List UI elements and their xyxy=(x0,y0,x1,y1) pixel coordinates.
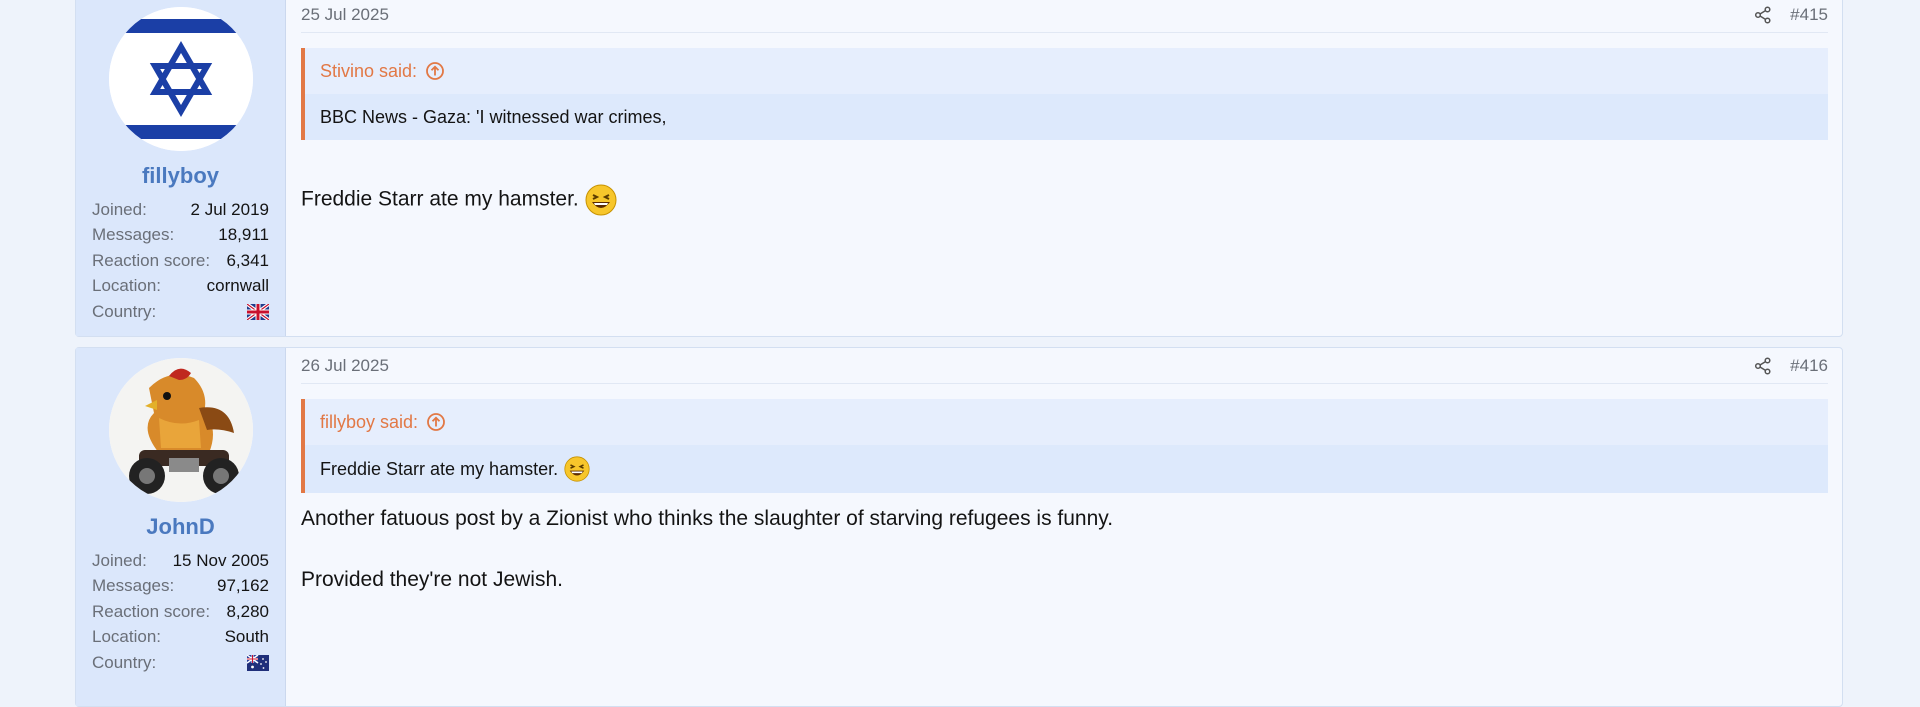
quote-author[interactable]: fillyboy said: xyxy=(320,412,418,433)
messages-value[interactable]: 18,911 xyxy=(218,225,269,245)
rooster-motorbike-avatar xyxy=(108,358,253,502)
arrow-up-circle-icon[interactable] xyxy=(425,61,445,81)
user-info: fillyboy Joined: 2 Jul 2019 Messages: 18,9… xyxy=(76,0,286,336)
message-body: Freddie Starr ate my hamster. xyxy=(301,184,1828,216)
arrow-up-circle-icon[interactable] xyxy=(426,412,446,432)
username[interactable]: fillyboy xyxy=(92,163,269,193)
reaction-value: 8,280 xyxy=(226,601,269,621)
message-line: Another fatuous post by a Zionist who th… xyxy=(301,507,1114,530)
australia-flag-icon xyxy=(247,654,269,671)
joined-value: 15 Nov 2005 xyxy=(172,550,269,570)
joined-label: Joined: xyxy=(92,550,147,570)
quote-header: Stivino said: xyxy=(305,48,1828,94)
post-number[interactable]: #416 xyxy=(1790,356,1828,376)
country-label: Country: xyxy=(92,301,157,321)
share-icon[interactable] xyxy=(1754,5,1772,24)
message-line: Provided they're not Jewish. xyxy=(301,568,563,591)
quote-author[interactable]: Stivino said: xyxy=(320,61,417,82)
joined-value: 2 Jul 2019 xyxy=(190,199,269,219)
laughing-emoji xyxy=(564,456,590,482)
share-icon[interactable] xyxy=(1754,356,1772,375)
joined-label: Joined: xyxy=(92,199,147,219)
post-date[interactable]: 25 Jul 2025 xyxy=(301,5,389,25)
location-label: Location: xyxy=(92,627,161,647)
reaction-label: Reaction score: xyxy=(92,250,211,270)
quote-text-content: Freddie Starr ate my hamster. xyxy=(320,458,559,479)
post-date[interactable]: 26 Jul 2025 xyxy=(301,356,389,376)
user-stats: Joined: 15 Nov 2005 Messages: 97,162 React… xyxy=(92,548,269,676)
laughing-emoji xyxy=(585,184,617,216)
location-value[interactable]: cornwall xyxy=(207,276,269,296)
country-label: Country: xyxy=(92,652,157,672)
username[interactable]: JohnD xyxy=(92,514,269,544)
quote-header: fillyboy said: xyxy=(305,399,1828,445)
user-stats: Joined: 2 Jul 2019 Messages: 18,911 Reacti… xyxy=(92,197,269,325)
quote-text: Freddie Starr ate my hamster. xyxy=(305,445,1828,493)
post-header: 26 Jul 2025 #416 xyxy=(301,348,1828,384)
reaction-label: Reaction score: xyxy=(92,601,211,621)
post-content: 25 Jul 2025 #415 Stivino said: BBC News … xyxy=(286,0,1842,336)
israel-flag-avatar xyxy=(108,7,253,151)
quote-text: BBC News - Gaza: 'I witnessed war crimes… xyxy=(305,94,1828,140)
uk-flag-icon xyxy=(247,303,269,320)
post-header: 25 Jul 2025 #415 xyxy=(301,0,1828,33)
avatar[interactable] xyxy=(108,358,253,502)
location-label: Location: xyxy=(92,276,161,296)
messages-label: Messages: xyxy=(92,576,175,596)
post-415: fillyboy Joined: 2 Jul 2019 Messages: 18,9… xyxy=(75,0,1843,337)
messages-label: Messages: xyxy=(92,225,175,245)
post-content: 26 Jul 2025 #416 fillyboy said: Freddie … xyxy=(286,348,1842,706)
post-416: JohnD Joined: 15 Nov 2005 Messages: 97,162… xyxy=(75,347,1843,707)
reaction-value: 6,341 xyxy=(226,250,269,270)
location-value[interactable]: South xyxy=(225,627,269,647)
message-line: Freddie Starr ate my hamster. xyxy=(301,187,579,211)
user-info: JohnD Joined: 15 Nov 2005 Messages: 97,162… xyxy=(76,348,286,706)
post-number[interactable]: #415 xyxy=(1790,5,1828,25)
quote-block: fillyboy said: Freddie Starr ate my hams… xyxy=(301,399,1828,493)
messages-value[interactable]: 97,162 xyxy=(217,576,269,596)
quote-block: Stivino said: BBC News - Gaza: 'I witnes… xyxy=(301,48,1828,140)
avatar[interactable] xyxy=(108,7,253,151)
quote-text-content: BBC News - Gaza: 'I witnessed war crimes… xyxy=(320,106,667,127)
message-body: Another fatuous post by a Zionist who th… xyxy=(301,507,1828,592)
